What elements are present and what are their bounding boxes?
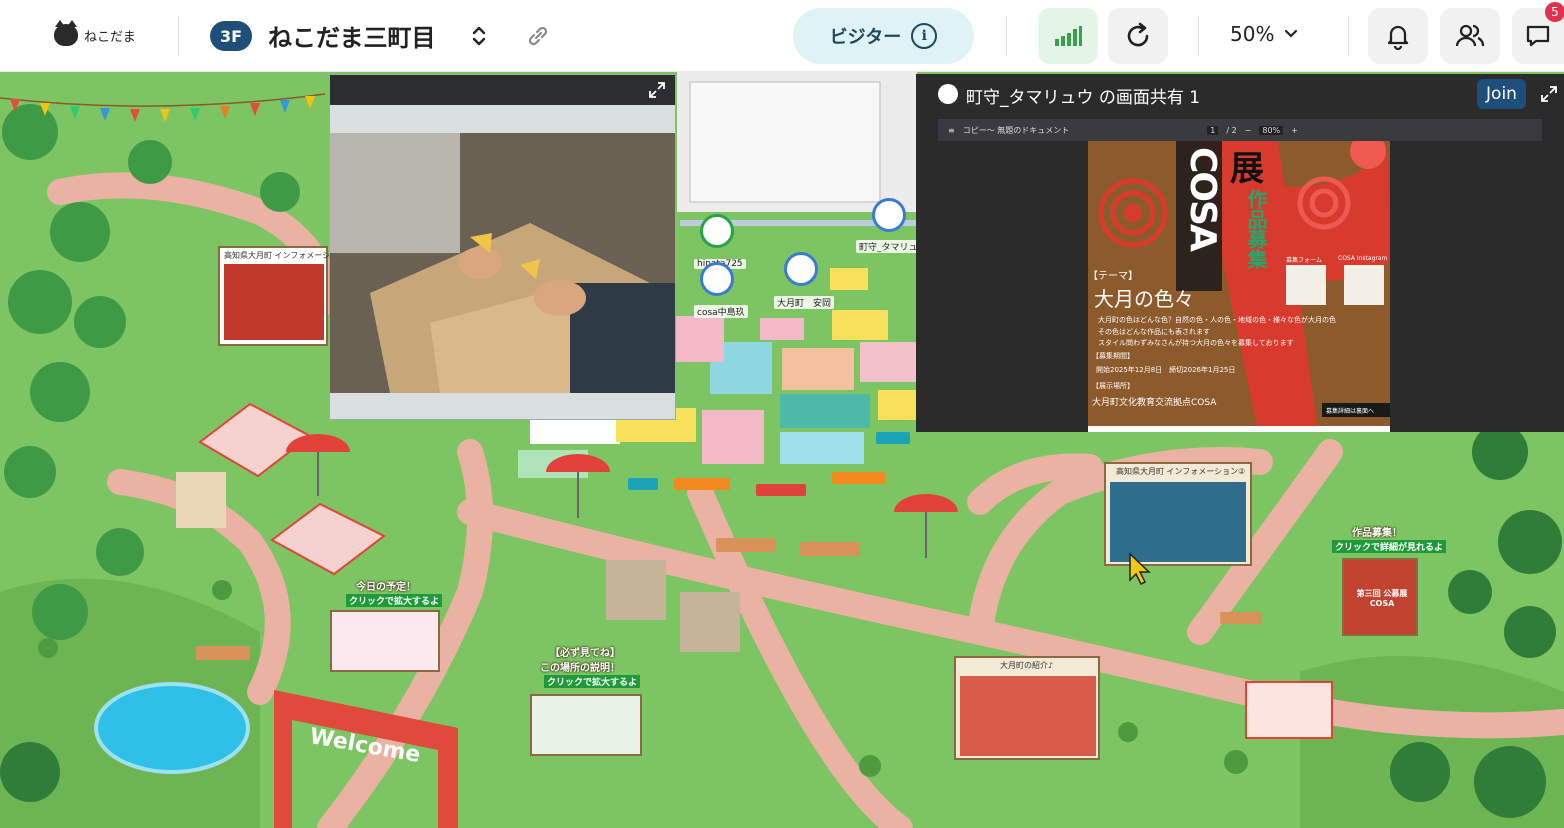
divider [1348, 16, 1349, 56]
poster-brand: COSA [1182, 147, 1223, 250]
chat-icon [1526, 25, 1550, 47]
zoom-in-icon[interactable]: + [1291, 126, 1298, 135]
poster-period: 開始2025年12月8日 締切2026年1月25日 [1096, 366, 1236, 374]
avatar-yasuoka[interactable] [784, 252, 818, 286]
zoom-out-icon[interactable]: − [1245, 126, 1252, 135]
info-board-2[interactable]: 高知県大月町 インフォメーション② [1104, 462, 1252, 566]
doc-name: コピー〜 無題のドキュメント [962, 125, 1070, 135]
floor-badge[interactable]: 3F [210, 21, 252, 51]
users-icon [1455, 24, 1485, 47]
page-total: / 2 [1226, 125, 1237, 135]
avatar-name-cosa: cosa中島玖 [694, 305, 748, 318]
zoom-value: 50% [1230, 22, 1275, 46]
top-bar: ねこだま 3F ねこだま三町目 ビジター i 50% 5 [0, 0, 1564, 72]
zoom-select[interactable]: 50% [1230, 22, 1298, 46]
mouse-cursor-icon [1129, 552, 1151, 586]
must-see-board[interactable] [530, 694, 642, 756]
poster-form-label: 募集フォーム [1286, 257, 1322, 264]
page-input[interactable]: 1 [1207, 125, 1219, 135]
logo-text: ねこだま [84, 29, 136, 45]
expand-icon[interactable] [648, 81, 666, 99]
info-board-2-image [1110, 482, 1246, 562]
updown-chevron-icon[interactable] [468, 22, 490, 50]
poster-body-2: その色はどんな作品にも表されます [1098, 328, 1210, 336]
poster-theme: 大月の色々 [1094, 287, 1194, 311]
camera-video-panel[interactable] [329, 74, 676, 420]
poster-body-3: スタイル問わずみなさんが持つ大月の色々を募集しております [1098, 339, 1294, 347]
info-board-1[interactable]: 高知県大月町 インフォメーション [218, 246, 346, 346]
must-see-label: 【必ず見てね】 [550, 648, 620, 659]
schedule-sub-label: クリックで拡大するよ [346, 594, 443, 607]
app-logo[interactable]: ねこだま [54, 20, 136, 46]
avatar-name-tamaryu: 町守_タマリュ [856, 240, 921, 253]
avatar-cosa[interactable] [700, 262, 734, 296]
divider [178, 16, 179, 56]
poster-insta-label: COSA Instagram [1338, 255, 1388, 262]
poster-body-1: 大月町の色はどんな色？自然の色・人の色・地域の色・様々な色が大月の色 [1098, 316, 1336, 324]
menu-icon[interactable]: ≡ [948, 126, 955, 135]
video-panel-header [330, 75, 675, 105]
poster-vertical-text: 作品募集 [1244, 189, 1268, 269]
info-icon: i [911, 23, 938, 49]
poster-headline: 展 [1230, 149, 1264, 189]
info-board-1-image [224, 264, 324, 340]
page-edge [1088, 426, 1390, 432]
join-button[interactable]: Join [1477, 79, 1526, 109]
divider [1006, 16, 1007, 56]
must-see-label-2: この場所の説明！ [540, 663, 620, 674]
pdf-toolbar: ≡ コピー〜 無題のドキュメント 1 / 2 − 80% + [938, 119, 1542, 141]
works-poster-text: 第三回 公募展 COSA [1356, 589, 1408, 608]
poster-period-label: 【募集期間】 [1092, 352, 1134, 360]
space-title[interactable]: ねこだま三町目 [268, 18, 436, 53]
works-label: 作品募集！ [1352, 528, 1402, 539]
link-icon[interactable] [524, 24, 552, 48]
works-board[interactable]: 第三回 公募展 COSA [1342, 558, 1418, 636]
info-board-2-title: 高知県大月町 インフォメーション② [1116, 467, 1246, 476]
notification-button[interactable] [1368, 8, 1428, 64]
doc-zoom[interactable]: 80% [1259, 125, 1284, 135]
video-stream [330, 133, 675, 393]
poster-venue: 大月町文化教育交流拠点COSA [1092, 398, 1217, 408]
poster-footer: 募集詳細は裏面へ [1326, 408, 1375, 415]
signal-icon [1055, 26, 1082, 46]
chevron-down-icon [1285, 29, 1298, 38]
poster-page: 展 COSA 作品募集 募集フォーム COSA Instagram 【テーマ】 … [1088, 141, 1390, 432]
visitor-label: ビジター [829, 27, 902, 48]
sharer-avatar-icon [938, 84, 958, 104]
info-board-1-title: 高知県大月町 インフォメーション [224, 251, 347, 260]
members-button[interactable] [1440, 8, 1500, 64]
must-see-sub-label: クリックで拡大するよ [544, 675, 641, 688]
intro-board-image [960, 676, 1096, 756]
video-content [330, 133, 675, 393]
screen-share-panel[interactable]: 町守_タマリュウ の画面共有 1 Join ≡ コピー〜 無題のドキュメント 1… [916, 74, 1564, 432]
avatar-hinata[interactable] [700, 214, 734, 248]
notification-badge: 5 [1545, 2, 1564, 22]
poster-venue-label: 【展示場所】 [1092, 382, 1134, 390]
works-sub-label: クリックで詳細が見れるよ [1332, 540, 1447, 553]
screen-share-title: 町守_タマリュウ の画面共有 1 [966, 88, 1201, 108]
avatar-name-yasuoka: 大月町 安岡 [774, 296, 835, 309]
avatar-tamaryu[interactable] [872, 198, 906, 232]
screen-share-header: 町守_タマリュウ の画面共有 1 Join [916, 74, 1564, 114]
bell-icon [1387, 25, 1409, 50]
refresh-icon [1127, 22, 1149, 47]
intro-board-title: 大月町の紹介♪ [1000, 661, 1054, 670]
signal-button[interactable] [1038, 8, 1098, 64]
refresh-button[interactable] [1108, 8, 1168, 64]
expand-icon[interactable] [1540, 85, 1558, 103]
cat-logo-icon [54, 20, 78, 46]
visitor-button[interactable]: ビジター i [793, 8, 974, 64]
schedule-board[interactable] [330, 610, 440, 672]
poster-theme-label: 【テーマ】 [1088, 271, 1138, 282]
intro-board[interactable]: 大月町の紹介♪ [954, 656, 1100, 760]
schedule-label: 今日の予定！ [356, 582, 416, 593]
divider [1198, 16, 1199, 56]
